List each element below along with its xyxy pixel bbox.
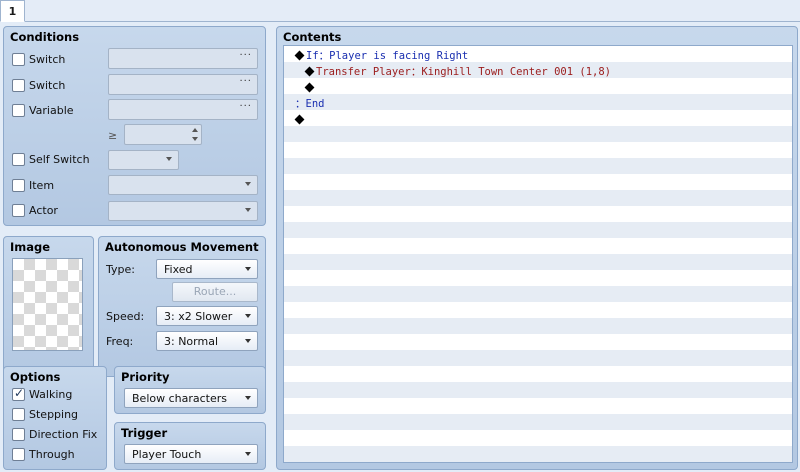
command-row[interactable]	[284, 80, 792, 96]
chevron-down-icon	[245, 182, 251, 186]
direction-fix-label: Direction Fix	[29, 428, 98, 441]
conditions-title: Conditions	[10, 30, 80, 44]
options-group: Options Walking Stepping Direction Fix T…	[3, 366, 107, 470]
command-row[interactable]: If：Player is facing Right	[284, 48, 792, 64]
variable-select-button[interactable]: ···	[239, 101, 252, 112]
priority-value: Below characters	[132, 392, 227, 405]
switch1-checkbox[interactable]	[12, 53, 25, 66]
movement-title: Autonomous Movement	[105, 240, 259, 254]
movement-type-value: Fixed	[164, 263, 193, 276]
variable-label: Variable	[29, 104, 74, 117]
actor-label: Actor	[29, 204, 58, 217]
item-label: Item	[29, 179, 55, 192]
switch2-label: Switch	[29, 79, 66, 92]
diamond-icon	[294, 114, 305, 125]
item-checkbox[interactable]	[12, 179, 25, 192]
priority-title: Priority	[121, 370, 170, 384]
through-label: Through	[29, 448, 75, 461]
chevron-down-icon	[245, 339, 251, 343]
chevron-down-icon	[245, 267, 251, 271]
switch2-checkbox[interactable]	[12, 79, 25, 92]
priority-select[interactable]: Below characters	[124, 388, 258, 408]
through-checkbox[interactable]	[12, 448, 25, 461]
tab-bar: 1	[0, 0, 800, 22]
trigger-title: Trigger	[121, 426, 168, 440]
command-separator: ：	[410, 66, 422, 78]
command-if-keyword: If	[306, 50, 319, 62]
tab-page-1[interactable]: 1	[0, 0, 25, 22]
image-title: Image	[10, 240, 51, 254]
chevron-down-icon	[245, 396, 251, 400]
trigger-value: Player Touch	[132, 448, 202, 461]
command-row[interactable]: ：End	[284, 96, 792, 112]
options-title: Options	[10, 370, 61, 384]
spin-up-icon[interactable]	[192, 128, 198, 132]
route-button[interactable]: Route...	[172, 282, 258, 302]
switch2-field[interactable]: ···	[108, 74, 258, 95]
self-switch-label: Self Switch	[29, 153, 90, 166]
image-group: Image	[3, 236, 94, 377]
variable-checkbox[interactable]	[12, 104, 25, 117]
diamond-icon	[294, 50, 305, 61]
diamond-icon	[304, 82, 315, 93]
command-separator: ：	[318, 50, 330, 62]
walking-checkbox[interactable]	[12, 386, 25, 401]
movement-speed-value: 3: x2 Slower	[164, 310, 233, 323]
command-separator: ：	[295, 98, 306, 110]
character-image-picker[interactable]	[12, 258, 83, 351]
chevron-down-icon	[245, 208, 251, 212]
movement-type-label: Type:	[106, 263, 135, 276]
movement-group: Autonomous Movement Type: Fixed Route...…	[98, 236, 266, 377]
command-row[interactable]: Transfer Player：Kinghill Town Center 001…	[284, 64, 792, 80]
event-command-list[interactable]: If：Player is facing Right Transfer Playe…	[283, 45, 793, 463]
self-switch-select[interactable]	[108, 150, 179, 170]
movement-freq-select[interactable]: 3: Normal	[156, 331, 258, 351]
trigger-select[interactable]: Player Touch	[124, 444, 258, 464]
actor-select[interactable]	[108, 201, 258, 221]
variable-operator: ≥	[108, 129, 118, 142]
variable-number-input[interactable]	[124, 124, 202, 145]
chevron-down-icon	[166, 157, 172, 161]
movement-speed-select[interactable]: 3: x2 Slower	[156, 306, 258, 326]
spin-down-icon[interactable]	[192, 137, 198, 141]
movement-speed-label: Speed:	[106, 310, 145, 323]
switch1-label: Switch	[29, 53, 66, 66]
variable-field[interactable]: ···	[108, 99, 258, 120]
diamond-icon	[304, 66, 315, 77]
actor-checkbox[interactable]	[12, 204, 25, 217]
stepping-checkbox[interactable]	[12, 408, 25, 421]
command-transfer-keyword: Transfer Player	[316, 66, 411, 78]
command-row[interactable]	[284, 112, 792, 128]
trigger-group: Trigger Player Touch	[114, 422, 266, 470]
priority-group: Priority Below characters	[114, 366, 266, 414]
command-text: Player is facing Right	[329, 50, 469, 62]
movement-type-select[interactable]: Fixed	[156, 259, 258, 279]
chevron-down-icon	[245, 314, 251, 318]
self-switch-checkbox[interactable]	[12, 153, 25, 166]
contents-title: Contents	[283, 30, 342, 44]
switch1-select-button[interactable]: ···	[239, 50, 252, 61]
chevron-down-icon	[245, 452, 251, 456]
walking-label: Walking	[29, 388, 73, 401]
conditions-group: Conditions Switch ··· Switch ··· Variabl…	[3, 26, 266, 226]
variable-number-spinner[interactable]	[189, 125, 201, 144]
switch1-field[interactable]: ···	[108, 48, 258, 69]
direction-fix-checkbox[interactable]	[12, 428, 25, 441]
command-text: Kinghill Town Center 001 (1,8)	[421, 66, 611, 78]
movement-freq-label: Freq:	[106, 335, 134, 348]
movement-freq-value: 3: Normal	[164, 335, 219, 348]
stepping-label: Stepping	[29, 408, 79, 421]
switch2-select-button[interactable]: ···	[239, 76, 252, 87]
command-end-text: End	[305, 98, 325, 110]
item-select[interactable]	[108, 175, 258, 195]
